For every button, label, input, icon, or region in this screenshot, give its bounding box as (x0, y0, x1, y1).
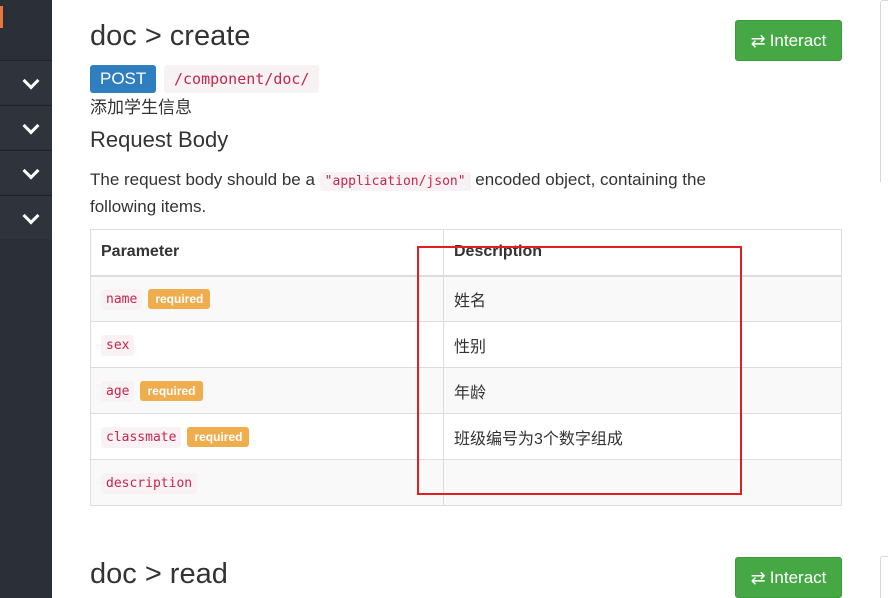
swap-arrows-icon: ⇄ (750, 567, 766, 588)
sidebar-header (0, 0, 52, 60)
endpoint-title: doc > read (90, 558, 228, 590)
endpoint-description: 添加学生信息 (90, 98, 192, 117)
parameter-cell: sex (90, 321, 444, 368)
table-header-row: Parameter Description (90, 229, 842, 277)
chevron-down-icon (22, 162, 40, 180)
interact-button[interactable]: ⇄ Interact (735, 557, 842, 598)
parameter-name: name (101, 288, 143, 310)
table-row: sex 性别 (90, 321, 842, 368)
parameters-table: Parameter Description name required 姓名 se… (90, 229, 842, 506)
table-row: classmate required 班级编号为3个数字组成 (90, 413, 842, 460)
sidebar (0, 0, 52, 598)
table-row: name required 姓名 (90, 275, 842, 322)
required-badge: required (187, 426, 250, 447)
parameter-name: description (101, 472, 198, 494)
column-header-parameter: Parameter (90, 229, 444, 277)
chevron-down-icon (22, 117, 40, 135)
description-cell: 班级编号为3个数字组成 (443, 413, 842, 460)
table-row: description (90, 459, 842, 506)
parameter-cell: age required (90, 367, 444, 414)
request-body-intro: The request body should be a "applicatio… (90, 167, 770, 219)
interact-button[interactable]: ⇄ Interact (735, 20, 842, 61)
intro-text-before: The request body should be a (90, 170, 320, 189)
parameter-cell: description (90, 459, 444, 506)
side-panel-edge (880, 0, 888, 182)
request-body-heading: Request Body (90, 127, 229, 152)
parameter-cell: name required (90, 275, 444, 322)
interact-button-label: Interact (769, 567, 827, 587)
sidebar-menu-toggle-1[interactable] (0, 60, 52, 104)
swap-arrows-icon: ⇄ (750, 30, 766, 51)
required-badge: required (148, 288, 211, 309)
column-header-description: Description (443, 229, 842, 277)
endpoint-title: doc > create (90, 20, 251, 52)
parameter-name: age (101, 380, 135, 402)
brand-mark (0, 6, 3, 28)
description-cell: 姓名 (443, 275, 842, 322)
description-cell (443, 459, 842, 506)
chevron-down-icon (22, 72, 40, 90)
sidebar-menu-toggle-3[interactable] (0, 150, 52, 194)
http-method-badge: POST (90, 65, 157, 93)
sidebar-menu-toggle-4[interactable] (0, 195, 52, 239)
parameter-name: classmate (101, 426, 182, 448)
table-row: age required 年龄 (90, 367, 842, 414)
content-type-code: "application/json" (319, 172, 471, 191)
interact-button-label: Interact (769, 30, 827, 50)
endpoint-path: /component/doc/ (164, 65, 320, 93)
required-badge: required (140, 380, 203, 401)
chevron-down-icon (22, 207, 40, 225)
side-panel-edge (880, 556, 888, 598)
sidebar-menu-toggle-2[interactable] (0, 105, 52, 149)
description-cell: 年龄 (443, 367, 842, 414)
parameter-name: sex (101, 334, 135, 356)
parameter-cell: classmate required (90, 413, 444, 460)
description-cell: 性别 (443, 321, 842, 368)
